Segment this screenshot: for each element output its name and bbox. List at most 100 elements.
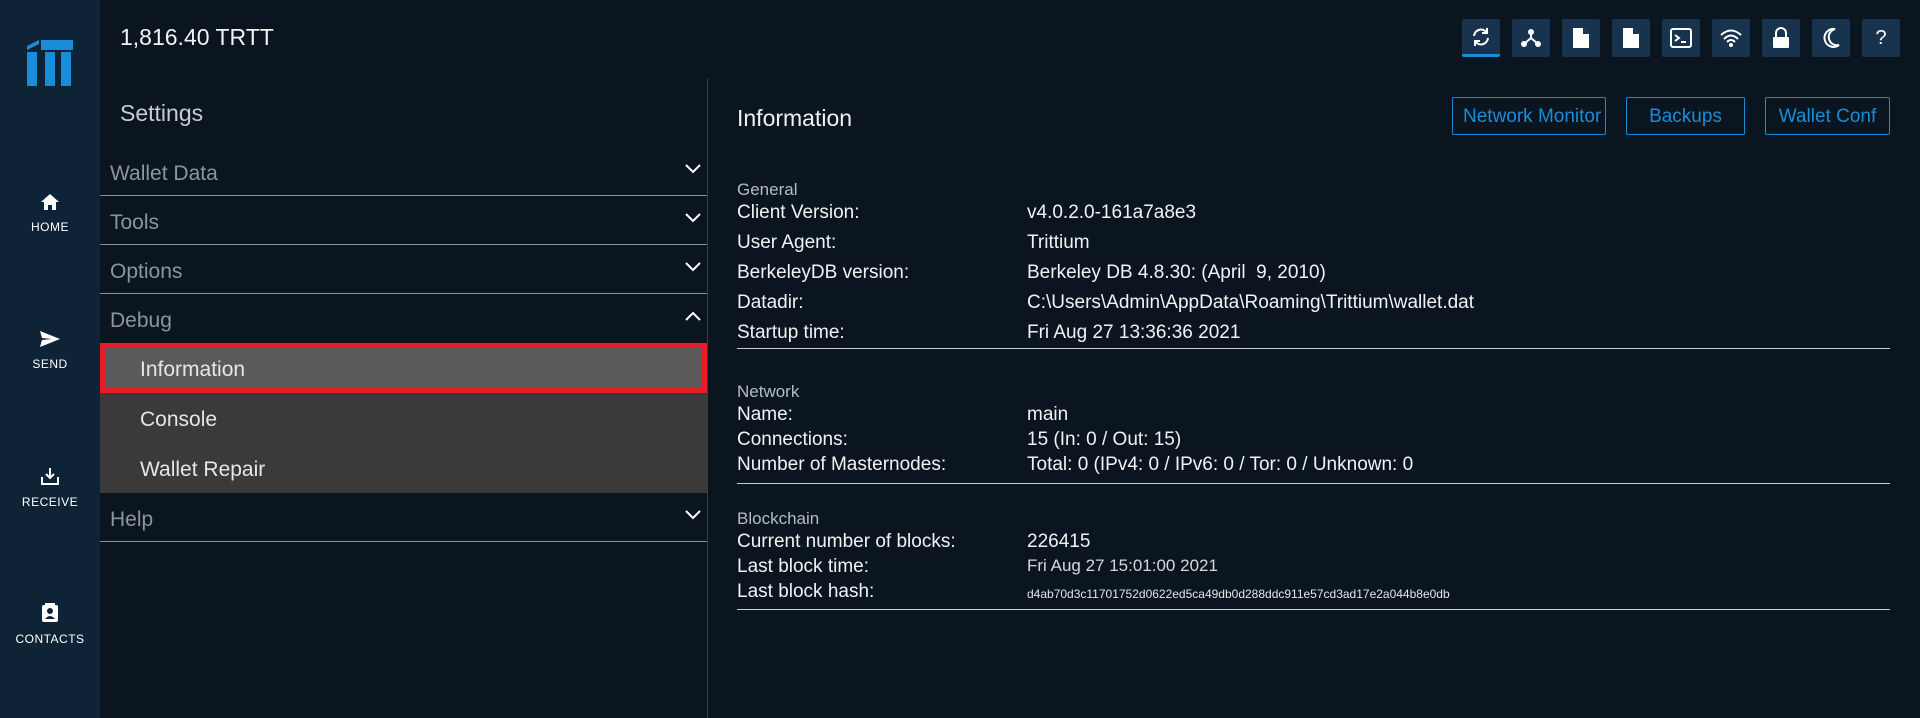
console-button[interactable] bbox=[1662, 19, 1700, 57]
user-agent-label: User Agent: bbox=[737, 232, 837, 253]
balance-display: 1,816.40 TRTT bbox=[120, 24, 274, 50]
menu-options[interactable]: Options bbox=[100, 245, 707, 294]
section-divider bbox=[737, 483, 1890, 484]
theme-button[interactable] bbox=[1812, 19, 1850, 57]
connections-row: Connections: 15 (In: 0 / Out: 15) bbox=[737, 429, 1890, 454]
nav-rail: HOME SEND RECEIVE CONTACTS bbox=[0, 0, 100, 718]
blockchain-title: Blockchain bbox=[737, 509, 820, 528]
blocks-label: Current number of blocks: bbox=[737, 531, 956, 552]
debug-submenu: Information Console Wallet Repair bbox=[100, 343, 707, 493]
datadir-label: Datadir: bbox=[737, 292, 804, 313]
toolbar: ? bbox=[1462, 19, 1900, 57]
file-icon bbox=[1623, 28, 1639, 48]
nav-send[interactable]: SEND bbox=[0, 330, 100, 371]
chevron-down-icon bbox=[685, 213, 701, 223]
submenu-wallet-repair[interactable]: Wallet Repair bbox=[100, 443, 707, 493]
file-button-2[interactable] bbox=[1612, 19, 1650, 57]
blockchain-section: Blockchain Current number of blocks: 226… bbox=[737, 509, 1890, 610]
client-version-label: Client Version: bbox=[737, 202, 860, 223]
datadir-value: C:\Users\Admin\AppData\Roaming\Trittium\… bbox=[1027, 292, 1475, 313]
last-block-hash-row: Last block hash: d4ab70d3c11701752d0622e… bbox=[737, 581, 1890, 611]
submenu-console-label: Console bbox=[140, 408, 218, 431]
settings-menu: Wallet Data Tools Options Debug Informat… bbox=[100, 147, 707, 542]
file-icon bbox=[1573, 28, 1589, 48]
submenu-information[interactable]: Information bbox=[100, 343, 707, 393]
nav-receive-label: RECEIVE bbox=[21, 495, 79, 509]
wifi-icon bbox=[1720, 29, 1742, 47]
backups-button[interactable]: Backups bbox=[1626, 97, 1745, 135]
network-title: Network bbox=[737, 382, 800, 401]
lock-button[interactable] bbox=[1762, 19, 1800, 57]
menu-debug-label: Debug bbox=[110, 309, 172, 332]
user-agent-value: Trittium bbox=[1027, 232, 1090, 253]
action-buttons: Network Monitor Backups Wallet Conf bbox=[1452, 97, 1890, 135]
menu-options-label: Options bbox=[110, 260, 183, 283]
menu-debug[interactable]: Debug bbox=[100, 294, 707, 343]
last-block-hash-label: Last block hash: bbox=[737, 581, 875, 602]
connections-value: 15 (In: 0 / Out: 15) bbox=[1027, 429, 1182, 450]
sync-icon bbox=[1473, 27, 1489, 46]
panel-divider bbox=[707, 78, 708, 718]
menu-help-label: Help bbox=[110, 508, 154, 531]
startup-time-label: Startup time: bbox=[737, 322, 845, 343]
chevron-up-icon bbox=[685, 311, 701, 321]
sync-button[interactable] bbox=[1462, 19, 1500, 57]
network-name-row: Name: main bbox=[737, 404, 1890, 429]
submenu-information-label: Information bbox=[140, 358, 246, 381]
menu-wallet-data[interactable]: Wallet Data bbox=[100, 147, 707, 196]
nav-receive[interactable]: RECEIVE bbox=[0, 466, 100, 509]
wallet-conf-button[interactable]: Wallet Conf bbox=[1765, 97, 1890, 135]
settings-title: Settings bbox=[120, 100, 204, 126]
page-title: Information bbox=[737, 105, 853, 131]
blocks-value: 226415 bbox=[1027, 531, 1091, 552]
nav-contacts-label: CONTACTS bbox=[15, 632, 85, 646]
menu-tools[interactable]: Tools bbox=[100, 196, 707, 245]
menu-wallet-data-label: Wallet Data bbox=[110, 162, 218, 185]
terminal-icon bbox=[1670, 28, 1692, 48]
masternodes-value: Total: 0 (IPv4: 0 / IPv6: 0 / Tor: 0 / U… bbox=[1027, 454, 1414, 475]
network-button[interactable] bbox=[1512, 19, 1550, 57]
network-section: Network Name: main Connections: 15 (In: … bbox=[737, 382, 1890, 484]
help-button[interactable]: ? bbox=[1862, 19, 1900, 57]
submenu-wallet-repair-label: Wallet Repair bbox=[140, 458, 266, 481]
file-button-1[interactable] bbox=[1562, 19, 1600, 57]
berkeleydb-row: BerkeleyDB version: Berkeley DB 4.8.30: … bbox=[737, 262, 1890, 292]
startup-time-value: Fri Aug 27 13:36:36 2021 bbox=[1027, 322, 1241, 343]
startup-time-row: Startup time: Fri Aug 27 13:36:36 2021 bbox=[737, 322, 1890, 352]
datadir-row: Datadir: C:\Users\Admin\AppData\Roaming\… bbox=[737, 292, 1890, 322]
network-icon bbox=[1521, 29, 1541, 47]
last-block-time-label: Last block time: bbox=[737, 556, 869, 577]
help-icon: ? bbox=[1875, 26, 1887, 49]
masternodes-label: Number of Masternodes: bbox=[737, 454, 947, 475]
home-icon bbox=[41, 194, 59, 210]
general-section: General Client Version: v4.0.2.0-161a7a8… bbox=[737, 180, 1890, 349]
berkeleydb-label: BerkeleyDB version: bbox=[737, 262, 910, 283]
nav-contacts[interactable]: CONTACTS bbox=[0, 603, 100, 646]
network-monitor-button[interactable]: Network Monitor bbox=[1452, 97, 1606, 135]
client-version-row: Client Version: v4.0.2.0-161a7a8e3 bbox=[737, 202, 1890, 232]
menu-tools-label: Tools bbox=[110, 211, 160, 234]
menu-help[interactable]: Help bbox=[100, 493, 707, 542]
contacts-icon bbox=[42, 603, 58, 622]
nav-home-label: HOME bbox=[31, 220, 69, 234]
berkeleydb-value: Berkeley DB 4.8.30: (April 9, 2010) bbox=[1027, 262, 1326, 283]
nav-send-label: SEND bbox=[32, 357, 68, 371]
submenu-console[interactable]: Console bbox=[100, 393, 707, 443]
last-block-time-row: Last block time: Fri Aug 27 15:01:00 202… bbox=[737, 556, 1890, 581]
general-title: General bbox=[737, 180, 798, 199]
masternodes-row: Number of Masternodes: Total: 0 (IPv4: 0… bbox=[737, 454, 1890, 483]
last-block-time-value: Fri Aug 27 15:01:00 2021 bbox=[1027, 556, 1218, 575]
chevron-down-icon bbox=[685, 164, 701, 174]
client-version-value: v4.0.2.0-161a7a8e3 bbox=[1027, 202, 1197, 223]
wifi-button[interactable] bbox=[1712, 19, 1750, 57]
nav-home[interactable]: HOME bbox=[0, 193, 100, 234]
network-name-label: Name: bbox=[737, 404, 793, 425]
lock-icon bbox=[1773, 27, 1789, 48]
chevron-down-icon bbox=[685, 510, 701, 520]
send-icon bbox=[40, 331, 60, 347]
connections-label: Connections: bbox=[737, 429, 848, 450]
chevron-down-icon bbox=[685, 262, 701, 272]
user-agent-row: User Agent: Trittium bbox=[737, 232, 1890, 262]
app-logo bbox=[27, 40, 73, 86]
blocks-row: Current number of blocks: 226415 bbox=[737, 531, 1890, 556]
